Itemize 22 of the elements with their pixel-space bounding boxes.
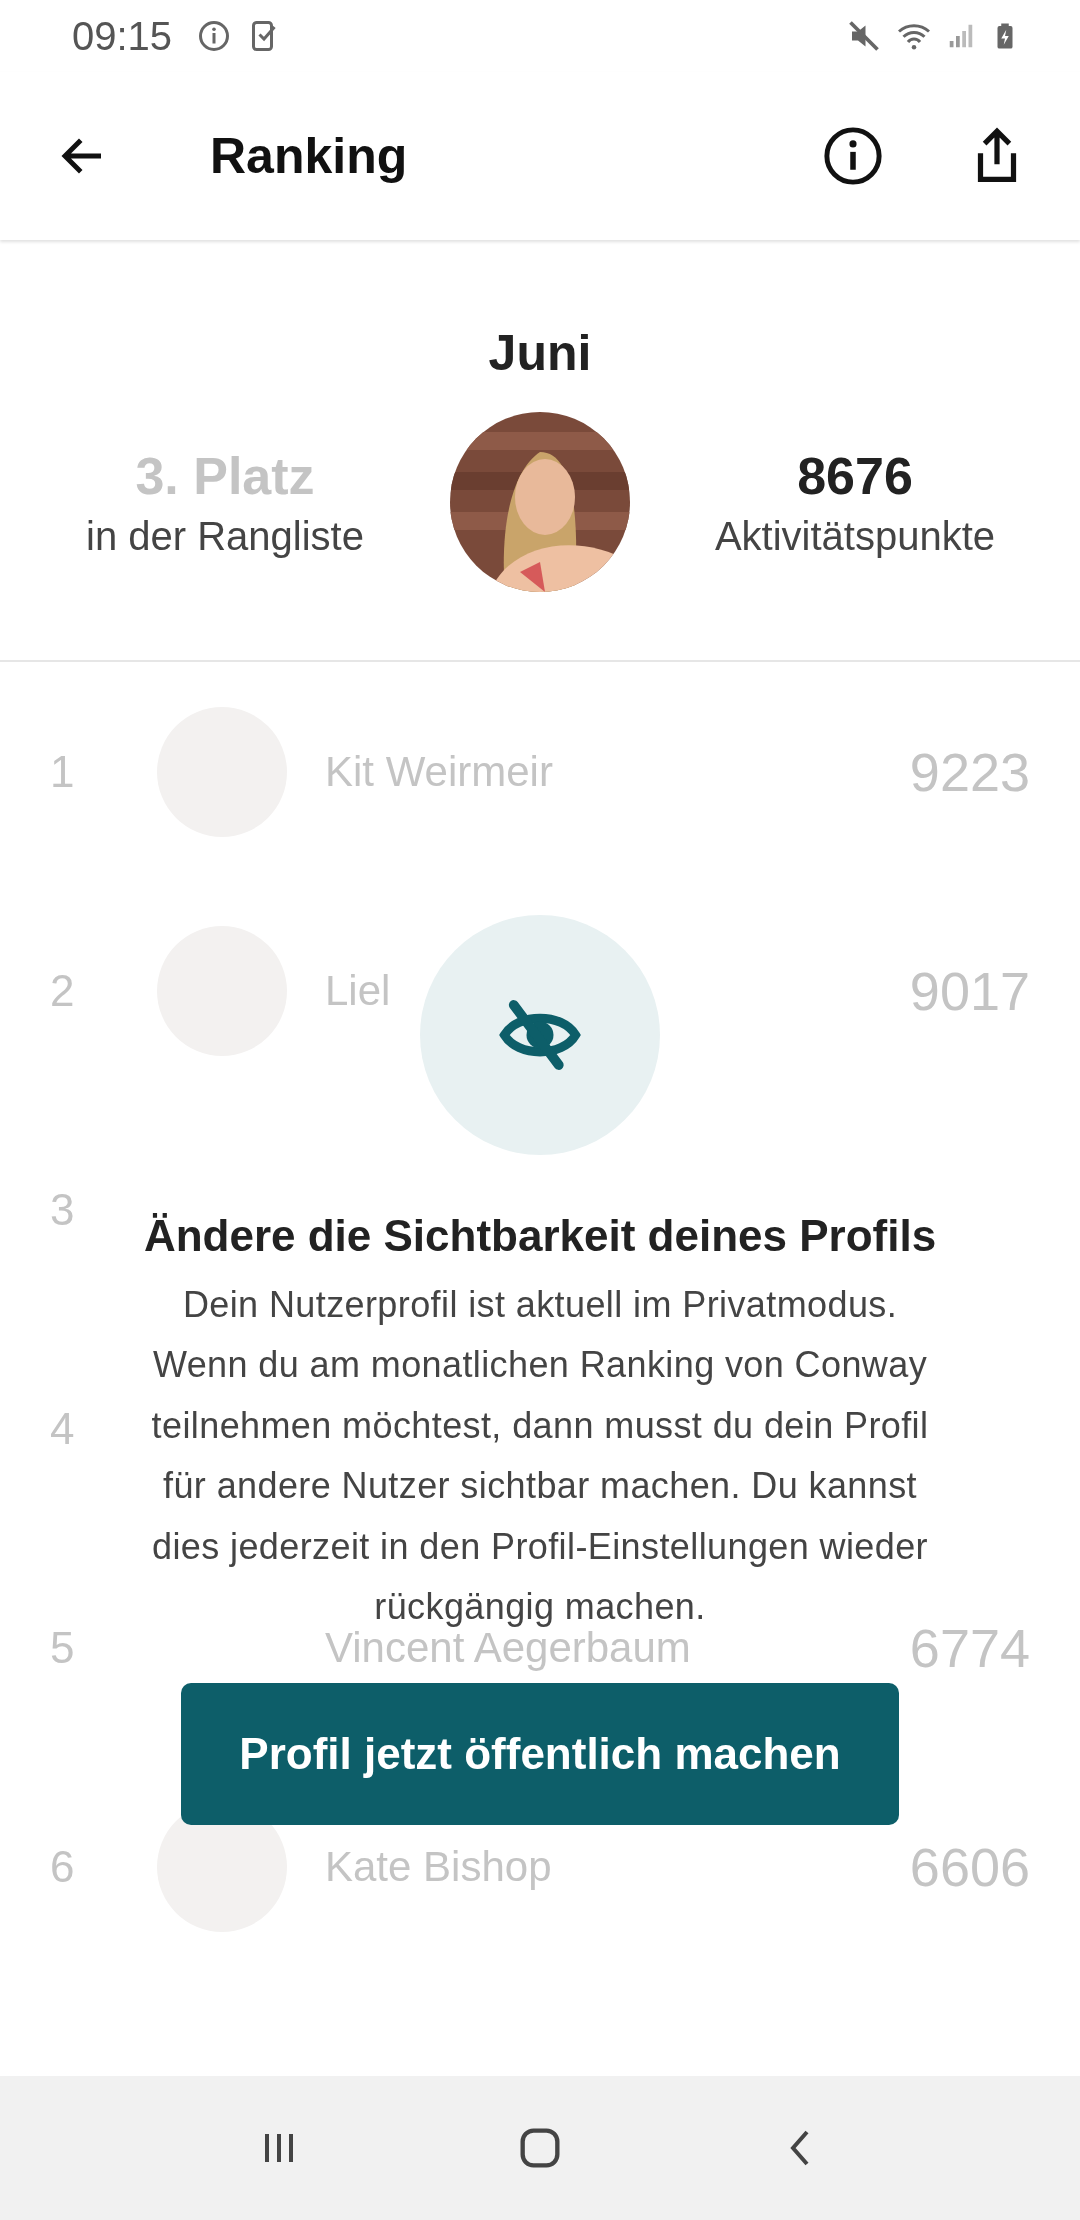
status-time: 09:15 [72, 13, 173, 59]
user-name: Kate Bishop [325, 1842, 552, 1891]
rank-value: 3. Platz [135, 445, 315, 506]
user-points: 6606 [909, 1835, 1030, 1898]
rank-number: 6 [50, 1841, 76, 1892]
rank-number: 3 [50, 1184, 76, 1235]
user-points: 9223 [909, 740, 1030, 803]
points-label: Aktivitätspunkte [714, 513, 996, 559]
user-name: Liel [325, 966, 391, 1015]
rank-number: 5 [50, 1622, 76, 1673]
month-title: Juni [488, 324, 592, 382]
screen-title: Ranking [210, 127, 408, 185]
user-name: Kit Weirmeir [325, 747, 553, 796]
rank-number: 4 [50, 1403, 76, 1454]
user-points: 6774 [909, 1616, 1030, 1679]
rank-number: 2 [50, 965, 76, 1016]
rank-number: 1 [50, 746, 76, 797]
points-value: 8676 [797, 445, 913, 506]
user-points: 9017 [909, 959, 1030, 1022]
notice-title: Ändere die Sichtbarkeit deines Profils [143, 1211, 937, 1261]
make-public-button[interactable]: Profil jetzt öffentlich machen [181, 1683, 899, 1826]
rank-label: in der Rangliste [86, 513, 364, 559]
